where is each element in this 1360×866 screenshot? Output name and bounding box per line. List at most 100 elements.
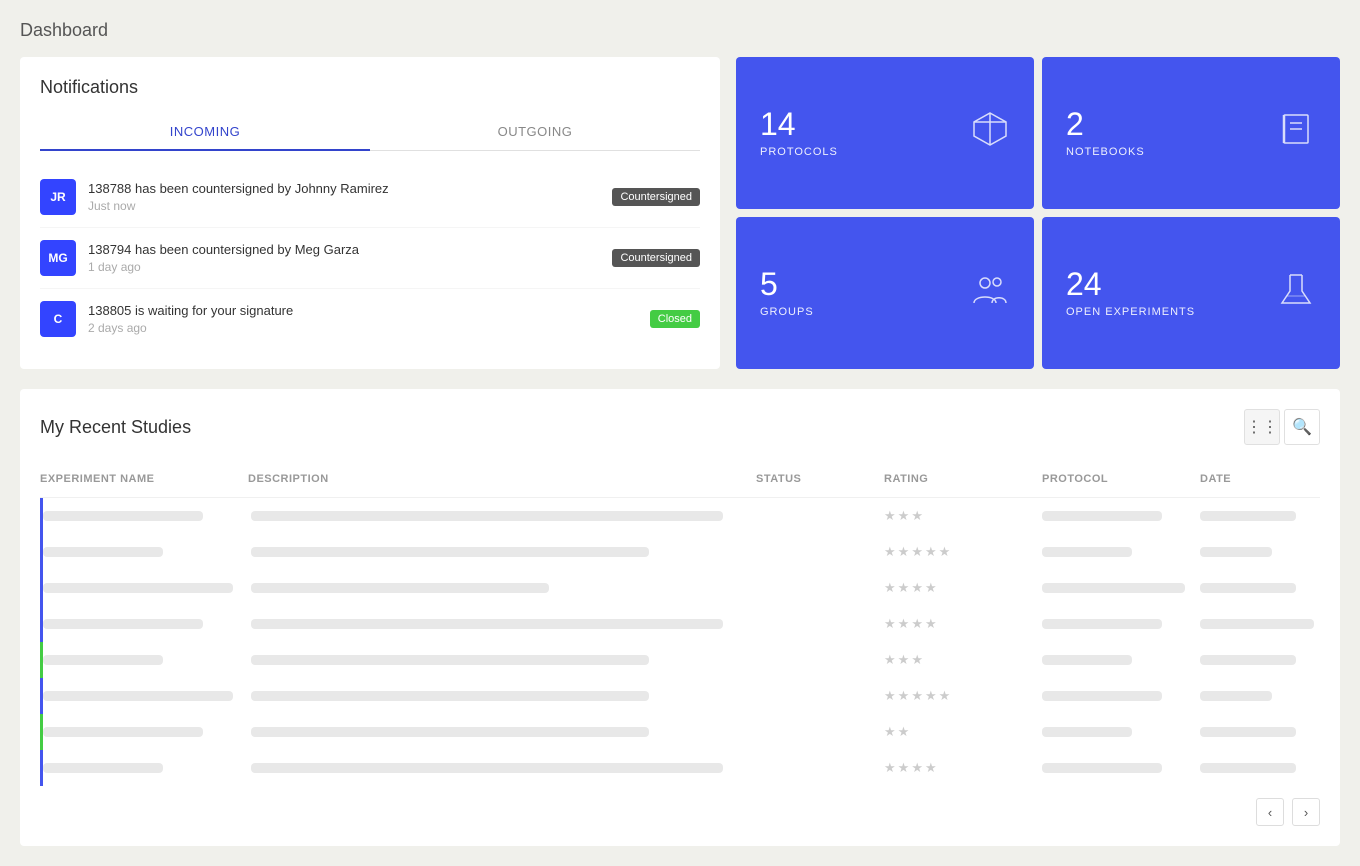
grid-view-button[interactable]: ⋮⋮ (1244, 409, 1280, 445)
notifications-tabs: INCOMING OUTGOING (40, 114, 700, 151)
skeleton-cell (43, 619, 203, 629)
stat-number-protocols: 14 (760, 108, 838, 140)
studies-controls: ⋮⋮ 🔍 (1244, 409, 1320, 445)
stat-label-groups: GROUPS (760, 306, 814, 318)
skeleton-cell (43, 691, 233, 701)
tab-incoming[interactable]: INCOMING (40, 114, 370, 151)
avatar-jr: JR (40, 179, 76, 215)
rating-stars: ★ ★ ★ (884, 652, 1034, 668)
notification-item: JR 138788 has been countersigned by John… (40, 167, 700, 228)
table-row[interactable]: ★ ★ ★ ★ (40, 606, 1320, 642)
people-icon (970, 269, 1010, 317)
col-experiment-name: EXPERIMENT NAME (40, 473, 240, 485)
skeleton-cell (1200, 727, 1296, 737)
col-protocol: PROTOCOL (1042, 473, 1192, 485)
skeleton-cell (251, 763, 723, 773)
skeleton-cell (43, 511, 203, 521)
table-row[interactable]: ★ ★ ★ ★ (40, 570, 1320, 606)
notification-text-3: 138805 is waiting for your signature (88, 303, 638, 318)
notification-time-2: 1 day ago (88, 260, 600, 274)
badge-countersigned-2: Countersigned (612, 249, 700, 267)
table-row[interactable]: ★ ★ ★ ★ (40, 750, 1320, 786)
stat-number-groups: 5 (760, 268, 814, 300)
stat-card-groups[interactable]: 5 GROUPS (736, 217, 1034, 369)
col-rating: RATING (884, 473, 1034, 485)
avatar-c: C (40, 301, 76, 337)
table-row[interactable]: ★ ★ ★ (40, 498, 1320, 534)
skeleton-cell (251, 655, 649, 665)
rating-stars: ★ ★ ★ ★ (884, 760, 1034, 776)
skeleton-cell (43, 583, 233, 593)
skeleton-cell (1200, 655, 1296, 665)
grid-icon: ⋮⋮ (1246, 417, 1278, 437)
table-row[interactable]: ★ ★ ★ ★ ★ (40, 534, 1320, 570)
skeleton-cell (43, 655, 163, 665)
table-body: ★ ★ ★ ★ ★ ★ ★ ★ (40, 498, 1320, 786)
book-icon (1276, 109, 1316, 157)
stat-card-notebooks[interactable]: 2 NOTEBOOKS (1042, 57, 1340, 209)
stat-number-notebooks: 2 (1066, 108, 1145, 140)
skeleton-cell (1200, 547, 1272, 557)
table-row[interactable]: ★ ★ ★ ★ ★ (40, 678, 1320, 714)
skeleton-cell (1200, 691, 1272, 701)
tab-outgoing[interactable]: OUTGOING (370, 114, 700, 150)
badge-countersigned-1: Countersigned (612, 188, 700, 206)
skeleton-cell (251, 619, 723, 629)
col-date: DATE (1200, 473, 1320, 485)
skeleton-cell (43, 763, 163, 773)
skeleton-cell (1042, 691, 1162, 701)
skeleton-cell (251, 511, 723, 521)
studies-title: My Recent Studies (40, 417, 191, 438)
rating-stars: ★ ★ ★ ★ ★ (884, 688, 1034, 704)
rating-stars: ★ ★ ★ ★ (884, 580, 1034, 596)
stat-number-experiments: 24 (1066, 268, 1195, 300)
skeleton-cell (251, 727, 649, 737)
studies-header: My Recent Studies ⋮⋮ 🔍 (40, 409, 1320, 445)
notification-item-2: MG 138794 has been countersigned by Meg … (40, 228, 700, 289)
skeleton-cell (1042, 727, 1132, 737)
rating-stars: ★ ★ (884, 724, 1034, 740)
notification-time-3: 2 days ago (88, 321, 638, 335)
col-status: STATUS (756, 473, 876, 485)
search-icon: 🔍 (1292, 417, 1312, 437)
skeleton-cell (43, 547, 163, 557)
skeleton-cell (1200, 763, 1296, 773)
avatar-mg: MG (40, 240, 76, 276)
stat-label-notebooks: NOTEBOOKS (1066, 146, 1145, 158)
table-row[interactable]: ★ ★ ★ (40, 642, 1320, 678)
recent-studies-panel: My Recent Studies ⋮⋮ 🔍 EXPERIMENT NAME D… (20, 389, 1340, 846)
badge-closed-1: Closed (650, 310, 700, 328)
notification-item-3: C 138805 is waiting for your signature 2… (40, 289, 700, 349)
next-page-button[interactable]: › (1292, 798, 1320, 826)
notification-text-1: 138788 has been countersigned by Johnny … (88, 181, 600, 196)
rating-stars: ★ ★ ★ ★ ★ (884, 544, 1034, 560)
stat-card-protocols[interactable]: 14 PROTOCOLS (736, 57, 1034, 209)
rating-stars: ★ ★ ★ ★ (884, 616, 1034, 632)
table-row[interactable]: ★ ★ (40, 714, 1320, 750)
col-description: DESCRIPTION (248, 473, 748, 485)
stat-label-experiments: OPEN EXPERIMENTS (1066, 306, 1195, 318)
page-title: Dashboard (20, 20, 1340, 41)
skeleton-cell (1200, 619, 1314, 629)
search-button[interactable]: 🔍 (1284, 409, 1320, 445)
skeleton-cell (251, 583, 549, 593)
top-section: Notifications INCOMING OUTGOING JR 13878… (20, 57, 1340, 369)
skeleton-cell (1042, 619, 1162, 629)
skeleton-cell (43, 727, 203, 737)
table-header: EXPERIMENT NAME DESCRIPTION STATUS RATIN… (40, 465, 1320, 498)
skeleton-cell (1042, 655, 1132, 665)
skeleton-cell (1200, 511, 1296, 521)
skeleton-cell (1042, 511, 1162, 521)
cube-icon (970, 109, 1010, 157)
stat-card-experiments[interactable]: 24 OPEN EXPERIMENTS (1042, 217, 1340, 369)
notifications-panel: Notifications INCOMING OUTGOING JR 13878… (20, 57, 720, 369)
stat-label-protocols: PROTOCOLS (760, 146, 838, 158)
skeleton-cell (1042, 763, 1162, 773)
skeleton-cell (1042, 547, 1132, 557)
skeleton-cell (1042, 583, 1185, 593)
notification-text-2: 138794 has been countersigned by Meg Gar… (88, 242, 600, 257)
notification-time-1: Just now (88, 199, 600, 213)
stats-grid: 14 PROTOCOLS 2 NOTEBOOKS (736, 57, 1340, 369)
skeleton-cell (251, 691, 649, 701)
prev-page-button[interactable]: ‹ (1256, 798, 1284, 826)
